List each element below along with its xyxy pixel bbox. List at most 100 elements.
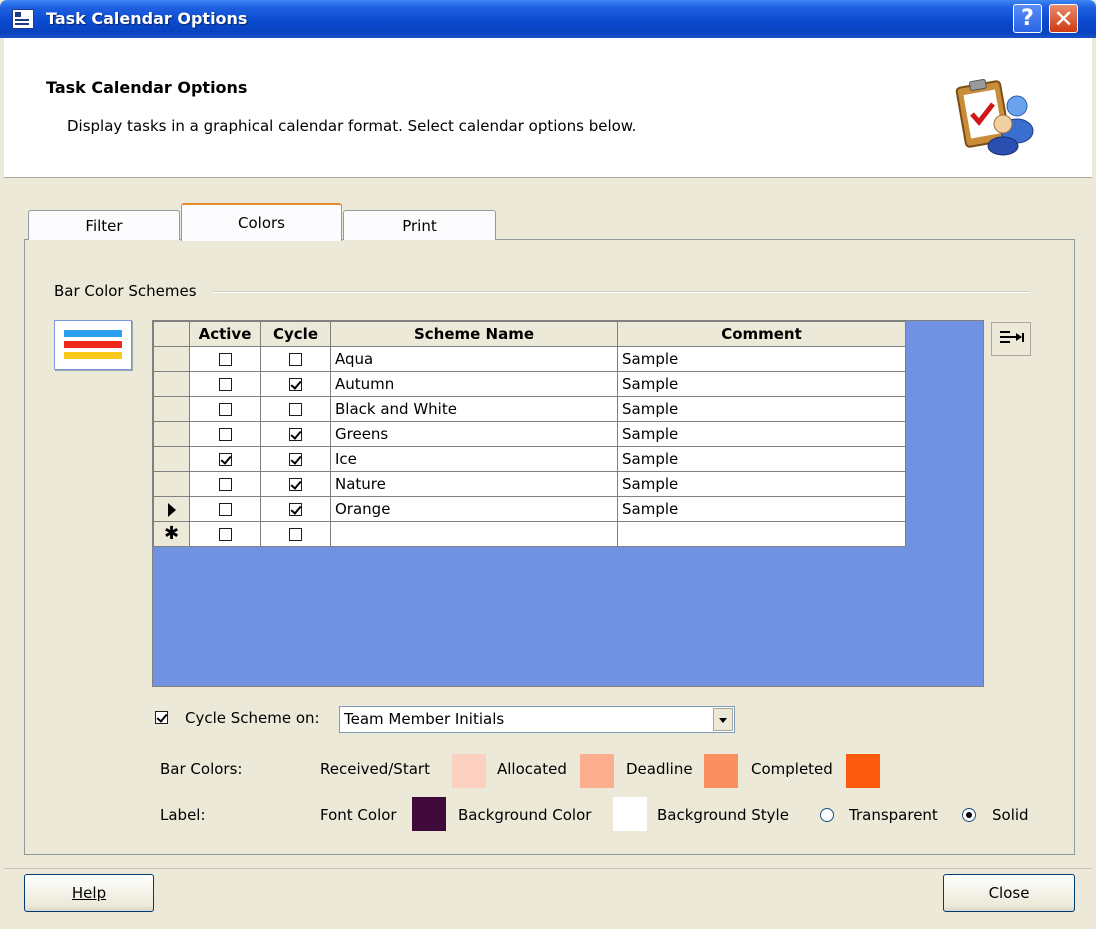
active-cell[interactable] <box>189 521 261 547</box>
active-checkbox[interactable] <box>218 403 232 416</box>
cycle-checkbox[interactable] <box>289 478 302 491</box>
table-row[interactable]: Greens Sample <box>153 421 906 447</box>
scheme-name-cell[interactable] <box>330 521 618 547</box>
cycle-checkbox[interactable] <box>289 428 302 441</box>
solid-radio[interactable] <box>962 808 976 822</box>
active-cell[interactable] <box>189 396 261 422</box>
active-checkbox[interactable] <box>218 353 232 366</box>
cycle-checkbox[interactable] <box>289 528 302 541</box>
scheme-name-cell[interactable]: Autumn <box>330 371 618 397</box>
comment-cell[interactable]: Sample <box>617 446 906 472</box>
row-selector[interactable]: ✱ <box>153 521 190 547</box>
cycle-cell[interactable] <box>260 471 331 497</box>
row-selector[interactable] <box>153 471 190 497</box>
cycle-cell[interactable] <box>260 346 331 372</box>
active-checkbox[interactable] <box>218 528 232 541</box>
help-button-label: Help <box>71 884 107 902</box>
table-row[interactable]: Nature Sample <box>153 471 906 497</box>
chevron-down-icon[interactable] <box>713 708 733 731</box>
cycle-cell[interactable] <box>260 396 331 422</box>
active-checkbox[interactable] <box>218 478 232 491</box>
cycle-cell[interactable] <box>260 521 331 547</box>
col-comment-header[interactable]: Comment <box>617 321 906 347</box>
header-description: Display tasks in a graphical calendar fo… <box>67 117 637 135</box>
comment-cell[interactable] <box>617 521 906 547</box>
scheme-name-cell[interactable]: Orange <box>330 496 618 522</box>
comment-cell[interactable]: Sample <box>617 421 906 447</box>
cycle-scheme-select[interactable]: Team Member Initials <box>339 706 735 733</box>
cycle-scheme-label: Cycle Scheme on: <box>185 709 320 727</box>
completed-swatch[interactable] <box>846 754 880 788</box>
completed-label: Completed <box>751 760 833 778</box>
scheme-name-cell[interactable]: Greens <box>330 421 618 447</box>
table-row[interactable]: Black and White Sample <box>153 396 906 422</box>
active-cell[interactable] <box>189 471 261 497</box>
row-selector[interactable] <box>153 371 190 397</box>
tab-filter[interactable]: Filter <box>28 210 180 240</box>
comment-cell[interactable]: Sample <box>617 396 906 422</box>
comment-cell[interactable]: Sample <box>617 496 906 522</box>
arrange-columns-button[interactable] <box>991 322 1031 356</box>
font-color-swatch[interactable] <box>412 797 446 831</box>
cycle-cell[interactable] <box>260 446 331 472</box>
col-scheme-name-header[interactable]: Scheme Name <box>330 321 618 347</box>
table-row[interactable]: Orange Sample <box>153 496 906 522</box>
background-color-swatch[interactable] <box>613 797 647 831</box>
cycle-scheme-checkbox[interactable] <box>155 711 168 724</box>
row-selector[interactable] <box>153 446 190 472</box>
tab-print[interactable]: Print <box>343 210 496 240</box>
cycle-cell[interactable] <box>260 421 331 447</box>
scheme-name-cell[interactable]: Aqua <box>330 346 618 372</box>
row-selector[interactable] <box>153 421 190 447</box>
group-divider <box>212 291 1030 293</box>
active-checkbox[interactable] <box>218 378 232 391</box>
transparent-radio[interactable] <box>820 808 834 822</box>
solid-label: Solid <box>992 806 1029 824</box>
deadline-swatch[interactable] <box>704 754 738 788</box>
col-active-header[interactable]: Active <box>189 321 261 347</box>
close-title-button[interactable]: ✕ <box>1049 4 1078 33</box>
title-bar[interactable]: Task Calendar Options ? ✕ <box>0 0 1096 38</box>
cycle-cell[interactable] <box>260 496 331 522</box>
active-cell[interactable] <box>189 371 261 397</box>
deadline-label: Deadline <box>626 760 693 778</box>
cycle-checkbox[interactable] <box>289 503 302 516</box>
app-icon[interactable] <box>12 9 34 29</box>
col-cycle-header[interactable]: Cycle <box>260 321 331 347</box>
window-title: Task Calendar Options <box>46 9 248 28</box>
active-cell[interactable] <box>189 421 261 447</box>
comment-cell[interactable]: Sample <box>617 371 906 397</box>
row-selector[interactable] <box>153 346 190 372</box>
table-row[interactable]: Autumn Sample <box>153 371 906 397</box>
active-cell[interactable] <box>189 496 261 522</box>
received-start-swatch[interactable] <box>452 754 486 788</box>
scheme-name-cell[interactable]: Nature <box>330 471 618 497</box>
active-checkbox[interactable] <box>218 503 232 516</box>
scheme-name-cell[interactable]: Ice <box>330 446 618 472</box>
comment-cell[interactable]: Sample <box>617 471 906 497</box>
active-cell[interactable] <box>189 446 261 472</box>
table-row[interactable]: Aqua Sample <box>153 346 906 372</box>
row-selector[interactable] <box>153 496 190 522</box>
new-record-icon: ✱ <box>163 523 180 544</box>
active-checkbox[interactable] <box>218 428 232 441</box>
row-selector[interactable] <box>153 396 190 422</box>
scheme-name-cell[interactable]: Black and White <box>330 396 618 422</box>
help-title-button[interactable]: ? <box>1013 4 1042 33</box>
new-row[interactable]: ✱ <box>153 521 906 547</box>
cycle-checkbox[interactable] <box>289 403 302 416</box>
tab-colors[interactable]: Colors <box>181 203 342 241</box>
active-cell[interactable] <box>189 346 261 372</box>
cycle-checkbox[interactable] <box>289 378 302 391</box>
cycle-cell[interactable] <box>260 371 331 397</box>
cycle-checkbox[interactable] <box>289 453 302 466</box>
help-button[interactable]: Help <box>24 874 154 912</box>
active-checkbox[interactable] <box>218 453 232 466</box>
cycle-checkbox[interactable] <box>289 353 302 366</box>
close-button[interactable]: Close <box>943 874 1075 912</box>
allocated-label: Allocated <box>497 760 567 778</box>
cycle-scheme-value: Team Member Initials <box>344 710 505 728</box>
table-row[interactable]: Ice Sample <box>153 446 906 472</box>
comment-cell[interactable]: Sample <box>617 346 906 372</box>
allocated-swatch[interactable] <box>580 754 614 788</box>
